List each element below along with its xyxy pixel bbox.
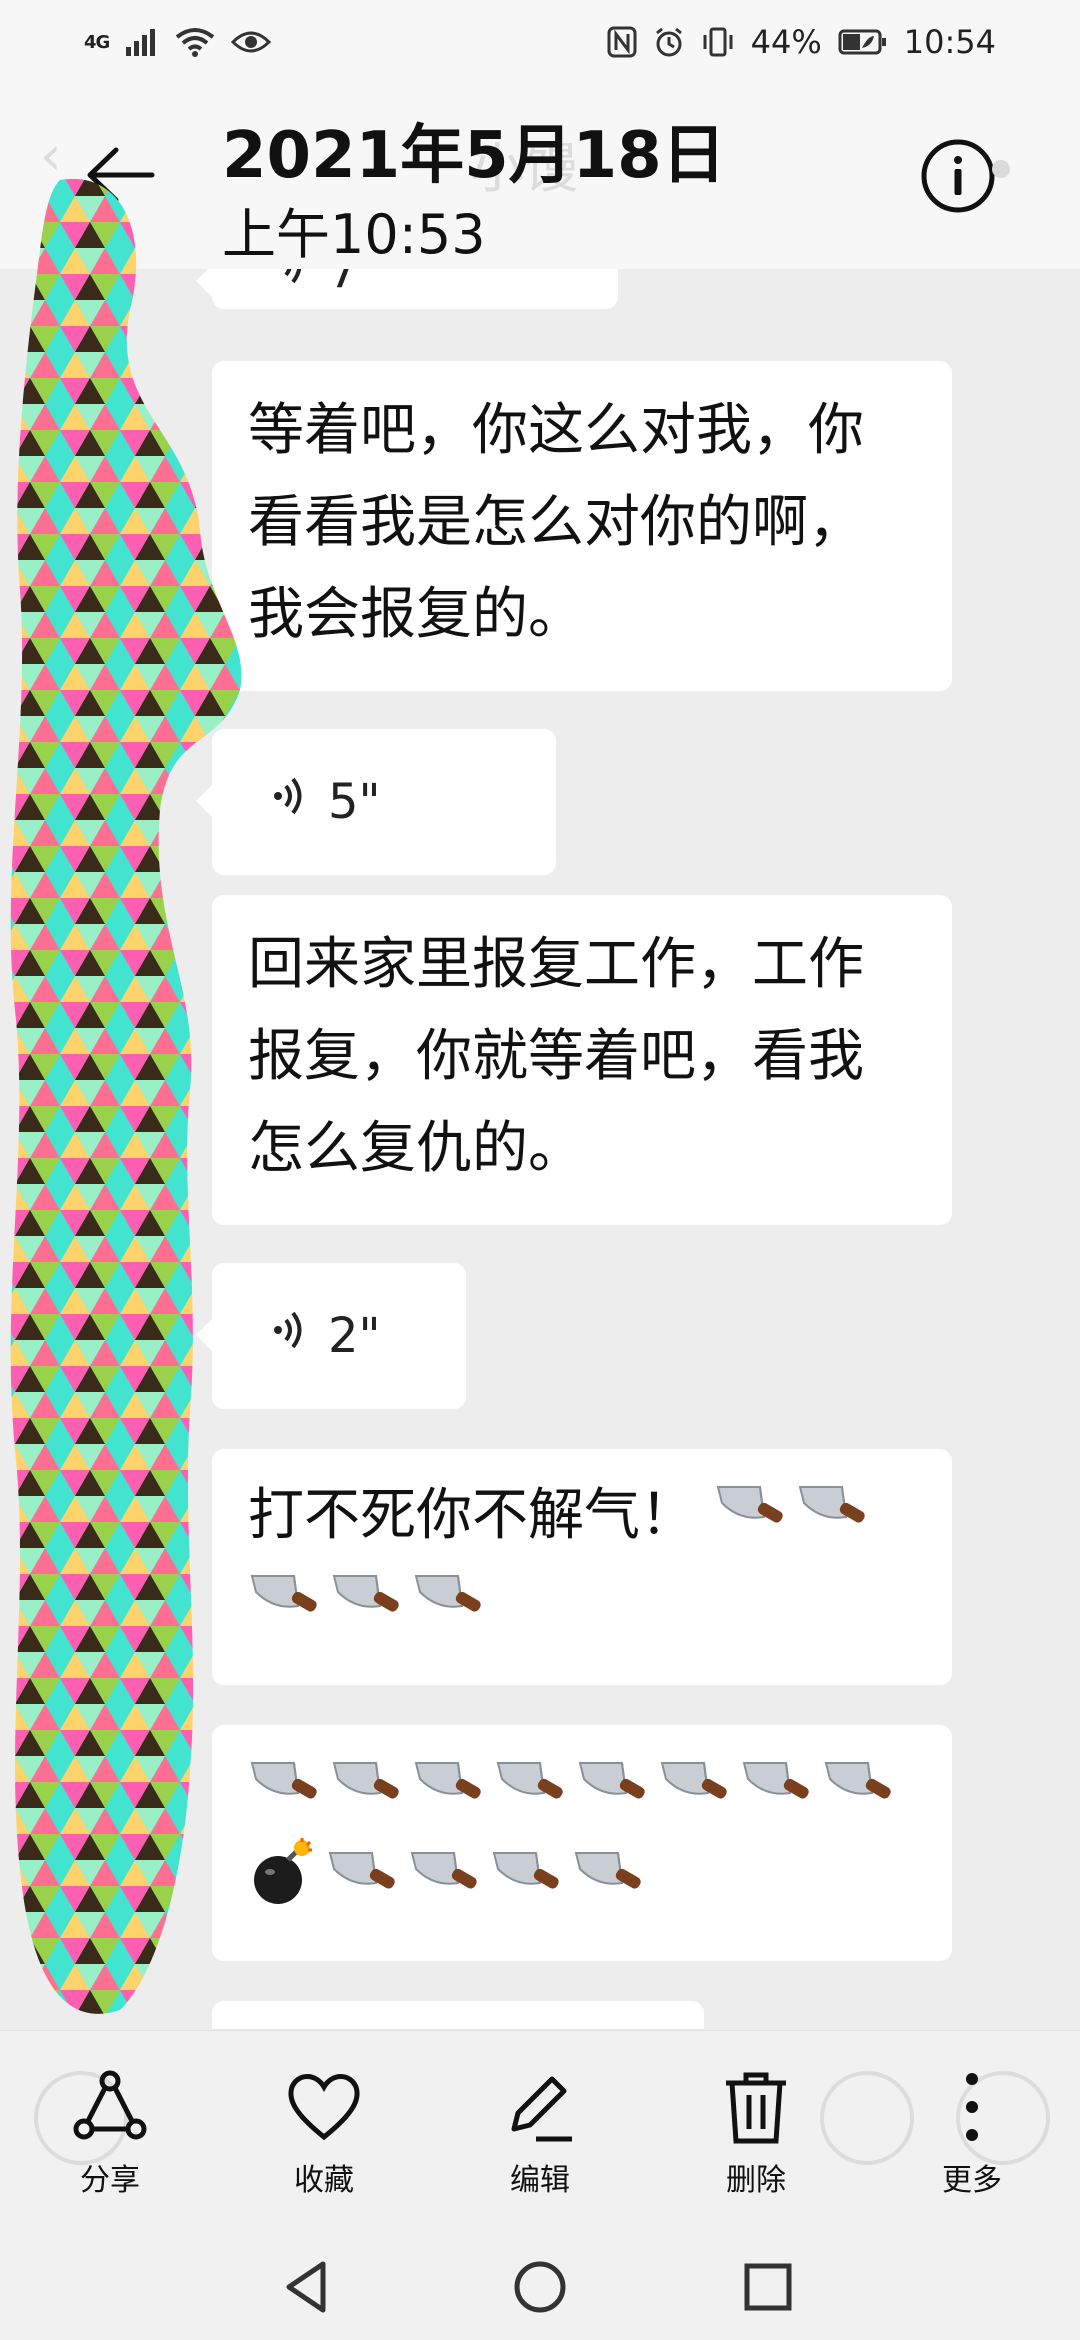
edit-label: 编辑 bbox=[510, 2163, 570, 2198]
heart-icon bbox=[288, 2074, 360, 2141]
voice-duration: 7" bbox=[328, 269, 381, 299]
favorite-button[interactable]: 收藏 bbox=[244, 2067, 404, 2199]
ghost-dot bbox=[992, 160, 1010, 178]
text-message[interactable]: 打不死你不解气！ bbox=[212, 1449, 952, 1685]
network-type: 4G bbox=[84, 31, 110, 53]
clock: 10:54 bbox=[903, 23, 996, 61]
voice-wave-icon bbox=[272, 1308, 306, 1364]
status-left: 4G bbox=[84, 27, 272, 57]
back-arrow-icon[interactable] bbox=[82, 140, 162, 210]
message-line: 回来家里报复工作，工作 bbox=[248, 932, 864, 997]
kitchen-knife-emoji bbox=[572, 1842, 648, 1928]
kitchen-knife-emoji bbox=[490, 1842, 566, 1928]
kitchen-knife-emoji bbox=[412, 1565, 488, 1651]
text-message[interactable]: 回来家里报复工作，工作 报复，你就等着吧，看我 怎么复仇的。 bbox=[212, 895, 952, 1225]
text-message[interactable]: 等着吧，你这么对我，你 看看我是怎么对你的啊， 我会报复的。 bbox=[212, 361, 952, 691]
message-line: 看看我是怎么对你的啊， bbox=[248, 490, 864, 555]
voice-message[interactable]: 7" bbox=[196, 269, 618, 309]
share-button[interactable]: 分享 bbox=[30, 2067, 190, 2199]
eye-icon bbox=[231, 28, 272, 56]
kitchen-knife-emoji bbox=[248, 1752, 324, 1838]
nav-back-icon[interactable] bbox=[275, 2252, 345, 2322]
nav-recents-icon[interactable] bbox=[733, 2252, 803, 2322]
message-line: 等着吧，你这么对我，你 bbox=[248, 398, 864, 463]
text-message[interactable] bbox=[212, 2001, 704, 2029]
voice-duration: 2" bbox=[328, 1308, 381, 1364]
kitchen-knife-emoji bbox=[326, 1842, 402, 1928]
share-label: 分享 bbox=[80, 2163, 140, 2198]
message-time: 上午10:53 bbox=[222, 203, 486, 266]
voice-wave-icon bbox=[272, 269, 306, 299]
kitchen-knife-emoji bbox=[330, 1565, 406, 1651]
kitchen-knife-emoji bbox=[494, 1752, 570, 1838]
more-label: 更多 bbox=[942, 2163, 1002, 2198]
message-toolbar: 分享 收藏 编辑 删除 更多 bbox=[0, 2030, 1080, 2231]
nav-home-icon[interactable] bbox=[505, 2252, 575, 2322]
voice-duration: 5" bbox=[328, 774, 381, 830]
delete-button[interactable]: 删除 bbox=[676, 2067, 836, 2199]
battery-icon bbox=[838, 28, 888, 56]
more-dots-icon bbox=[966, 2073, 978, 2141]
kitchen-knife-emoji bbox=[408, 1842, 484, 1928]
message-date: 2021年5月18日 bbox=[222, 119, 726, 193]
emoji-line bbox=[248, 1749, 916, 1838]
nfc-icon bbox=[607, 26, 637, 58]
chat-header: ‹ 小馒 2021年5月18日 上午10:53 bbox=[0, 84, 1080, 269]
message-text: 打不死你不解气！ bbox=[248, 1483, 696, 1548]
vibrate-icon bbox=[701, 26, 735, 58]
signal-icon bbox=[125, 27, 159, 57]
info-icon[interactable] bbox=[918, 136, 998, 216]
kitchen-knife-emoji bbox=[576, 1752, 652, 1838]
bomb-emoji bbox=[248, 1837, 320, 1933]
share-icon bbox=[73, 2070, 147, 2140]
message-line bbox=[248, 1562, 916, 1651]
emoji-line bbox=[248, 1837, 916, 1933]
kitchen-knife-emoji bbox=[658, 1752, 734, 1838]
kitchen-knife-emoji bbox=[822, 1752, 898, 1838]
status-right: 44% 10:54 bbox=[607, 23, 996, 61]
system-nav-bar bbox=[0, 2230, 1080, 2340]
message-line: 报复，你就等着吧，看我 bbox=[248, 1024, 864, 1089]
message-line: 我会报复的。 bbox=[248, 582, 584, 647]
voice-wave-icon bbox=[272, 774, 306, 830]
kitchen-knife-emoji bbox=[740, 1752, 816, 1838]
message-list: 7" 等着吧，你这么对我，你 看看我是怎么对你的啊， 我会报复的。 5" 回来家… bbox=[0, 269, 1080, 2029]
kitchen-knife-emoji bbox=[330, 1752, 406, 1838]
wifi-icon bbox=[175, 27, 215, 57]
kitchen-knife-emoji bbox=[248, 1565, 324, 1651]
status-bar: 4G 44% 10:54 bbox=[0, 0, 1080, 84]
battery-percent: 44% bbox=[750, 23, 822, 61]
kitchen-knife-emoji bbox=[412, 1752, 488, 1838]
emoji-message[interactable] bbox=[212, 1725, 952, 1961]
alarm-icon bbox=[653, 26, 685, 58]
more-button[interactable]: 更多 bbox=[892, 2067, 1052, 2199]
favorite-label: 收藏 bbox=[294, 2163, 354, 2198]
trash-icon bbox=[726, 2072, 786, 2144]
edit-button[interactable]: 编辑 bbox=[460, 2067, 620, 2199]
message-line: 打不死你不解气！ bbox=[248, 1473, 916, 1562]
delete-label: 删除 bbox=[726, 2163, 786, 2198]
pencil-icon bbox=[511, 2076, 572, 2142]
ghost-back-chevron: ‹ bbox=[40, 124, 62, 187]
kitchen-knife-emoji bbox=[796, 1476, 872, 1562]
voice-message[interactable]: 2" bbox=[196, 1263, 466, 1409]
message-line: 怎么复仇的。 bbox=[248, 1116, 584, 1181]
chat-screen: 4G 44% 10:54 ‹ 小馒 2021年5月18日 上午10:53 7" … bbox=[0, 0, 1080, 2340]
kitchen-knife-emoji bbox=[714, 1476, 790, 1562]
voice-message[interactable]: 5" bbox=[196, 729, 556, 875]
